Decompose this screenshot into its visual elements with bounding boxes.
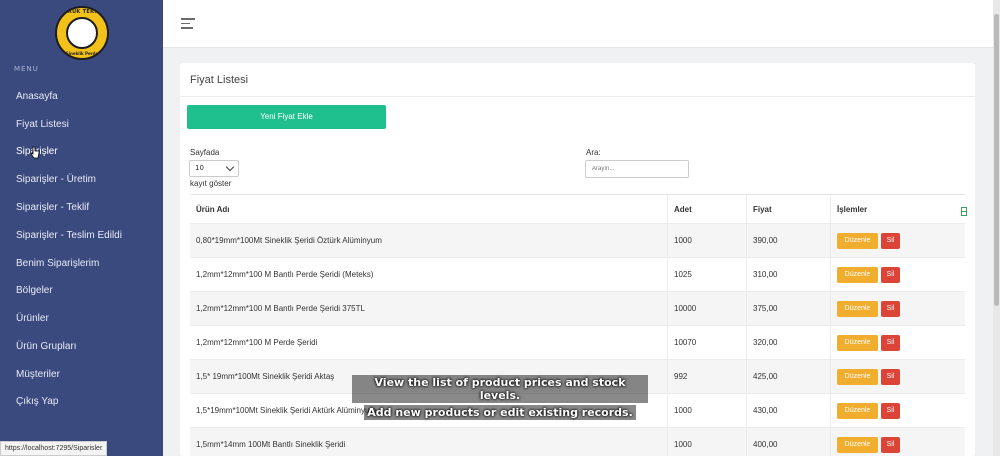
caption-line-2: Add new products or edit existing record… bbox=[364, 405, 636, 420]
add-price-button[interactable]: Yeni Fiyat Ekle bbox=[187, 105, 386, 129]
table-row: 1,5mm*14mm 100Mt Bantlı Sineklik Şeridi 1… bbox=[190, 428, 965, 456]
sidebar-item-urunler[interactable]: Ürünler bbox=[16, 313, 49, 324]
table-row: 1,2mm*12mm*100 M Bantlı Perde Şeridi (Me… bbox=[190, 258, 965, 292]
cell-price: 390,00 bbox=[746, 224, 830, 257]
cell-actions: Düzenle Sil bbox=[830, 224, 965, 257]
edit-button[interactable]: Düzenle bbox=[837, 436, 878, 453]
delete-button[interactable]: Sil bbox=[881, 300, 900, 317]
delete-button[interactable]: Sil bbox=[881, 368, 900, 385]
cell-quantity: 1000 bbox=[667, 428, 746, 456]
edit-button[interactable]: Düzenle bbox=[837, 334, 878, 351]
page-title: Fiyat Listesi bbox=[190, 74, 249, 86]
delete-button[interactable]: Sil bbox=[881, 334, 900, 351]
table-row: 1,2mm*12mm*100 M Perde Şeridi 10070 320,00… bbox=[190, 326, 965, 360]
cell-price: 425,00 bbox=[746, 360, 830, 393]
sidebar-item-benim-siparislerim[interactable]: Benim Siparişlerim bbox=[16, 258, 99, 269]
cell-price: 320,00 bbox=[746, 326, 830, 359]
cell-product-name: 1,2mm*12mm*100 M Bantlı Perde Şeridi 375… bbox=[196, 304, 365, 313]
cell-product-name: 1,5mm*14mm 100Mt Bantlı Sineklik Şeridi bbox=[196, 440, 346, 449]
cell-actions: Düzenle Sil bbox=[830, 428, 965, 456]
delete-button[interactable]: Sil bbox=[881, 402, 900, 419]
cell-quantity: 10000 bbox=[667, 292, 746, 325]
status-bar-url: https://localhost:7295/Siparisler bbox=[0, 441, 108, 456]
menu-toggle-icon[interactable] bbox=[181, 18, 195, 30]
search-label: Ara: bbox=[586, 148, 601, 157]
table-row: 1,2mm*12mm*100 M Bantlı Perde Şeridi 375… bbox=[190, 292, 965, 326]
logo-top-text: DORUK TEKNIK bbox=[58, 9, 106, 15]
edit-button[interactable]: Düzenle bbox=[837, 266, 878, 283]
cell-price: 375,00 bbox=[746, 292, 830, 325]
edit-button[interactable]: Düzenle bbox=[837, 300, 878, 317]
sidebar-item-siparisler-teslim-edildi[interactable]: Siparişler - Teslim Edildi bbox=[16, 230, 122, 241]
sidebar-item-cikis-yap[interactable]: Çıkış Yap bbox=[16, 396, 58, 407]
sidebar-item-urun-gruplari[interactable]: Ürün Grupları bbox=[16, 341, 77, 352]
tutorial-caption: View the list of product prices and stoc… bbox=[352, 375, 648, 420]
company-logo[interactable]: DORUK TEKNIK Sineklik Perde bbox=[55, 6, 109, 60]
logo-emblem bbox=[66, 17, 98, 49]
page-length-suffix: kayıt göster bbox=[190, 179, 232, 188]
caption-line-1: View the list of product prices and stoc… bbox=[352, 375, 648, 403]
header-islemler: İşlemler bbox=[830, 195, 965, 223]
card-divider bbox=[180, 96, 975, 97]
sidebar-item-anasayfa[interactable]: Anasayfa bbox=[16, 91, 58, 102]
chevron-down-icon bbox=[225, 162, 235, 172]
sidebar-item-siparisler-uretim[interactable]: Siparişler - Üretim bbox=[16, 174, 96, 185]
sidebar: DORUK TEKNIK Sineklik Perde MENU Anasayf… bbox=[0, 0, 163, 456]
cell-actions: Düzenle Sil bbox=[830, 326, 965, 359]
cell-actions: Düzenle Sil bbox=[830, 394, 965, 427]
header-adet[interactable]: Adet bbox=[667, 195, 746, 223]
cell-actions: Düzenle Sil bbox=[830, 292, 965, 325]
delete-button[interactable]: Sil bbox=[881, 436, 900, 453]
delete-button[interactable]: Sil bbox=[881, 266, 900, 283]
search-input[interactable] bbox=[585, 160, 689, 178]
cell-actions: Düzenle Sil bbox=[830, 360, 965, 393]
sidebar-item-siparisler-teklif[interactable]: Siparişler - Teklif bbox=[16, 202, 89, 213]
cell-price: 430,00 bbox=[746, 394, 830, 427]
edit-button[interactable]: Düzenle bbox=[837, 402, 878, 419]
cell-product-name: 0,80*19mm*100Mt Sineklik Şeridi Öztürk A… bbox=[196, 236, 382, 245]
cell-quantity: 992 bbox=[667, 360, 746, 393]
page-length-value: 10 bbox=[195, 164, 204, 172]
top-bar bbox=[163, 0, 993, 48]
logo-bottom-text: Sineklik Perde bbox=[65, 51, 99, 56]
header-fiyat[interactable]: Fiyat bbox=[746, 195, 830, 223]
cell-quantity: 1000 bbox=[667, 394, 746, 427]
cell-price: 310,00 bbox=[746, 258, 830, 291]
page-length-label: Sayfada bbox=[190, 148, 220, 157]
edit-button[interactable]: Düzenle bbox=[837, 232, 878, 249]
cell-product-name: 1,2mm*12mm*100 M Bantlı Perde Şeridi (Me… bbox=[196, 270, 374, 279]
cell-quantity: 10070 bbox=[667, 326, 746, 359]
edit-button[interactable]: Düzenle bbox=[837, 368, 878, 385]
sidebar-item-fiyat-listesi[interactable]: Fiyat Listesi bbox=[16, 119, 69, 130]
menu-label: MENU bbox=[14, 65, 39, 73]
cell-quantity: 1025 bbox=[667, 258, 746, 291]
page-length-select[interactable]: 10 bbox=[189, 160, 239, 177]
table-row: 0,80*19mm*100Mt Sineklik Şeridi Öztürk A… bbox=[190, 224, 965, 258]
header-urun-adi[interactable]: Ürün Adı bbox=[190, 195, 667, 223]
sidebar-item-bolgeler[interactable]: Bölgeler bbox=[16, 285, 53, 296]
cell-actions: Düzenle Sil bbox=[830, 258, 965, 291]
sidebar-item-musteriler[interactable]: Müşteriler bbox=[16, 369, 60, 380]
scrollbar-thumb[interactable] bbox=[994, 14, 999, 306]
table-header-row: Ürün Adı Adet Fiyat İşlemler bbox=[190, 194, 965, 224]
column-toggle-icon[interactable] bbox=[961, 207, 967, 216]
mouse-pointer-icon bbox=[30, 146, 40, 159]
cell-price: 400,00 bbox=[746, 428, 830, 456]
cell-product-name: 1,2mm*12mm*100 M Perde Şeridi bbox=[196, 338, 318, 347]
delete-button[interactable]: Sil bbox=[881, 232, 900, 249]
cell-quantity: 1000 bbox=[667, 224, 746, 257]
